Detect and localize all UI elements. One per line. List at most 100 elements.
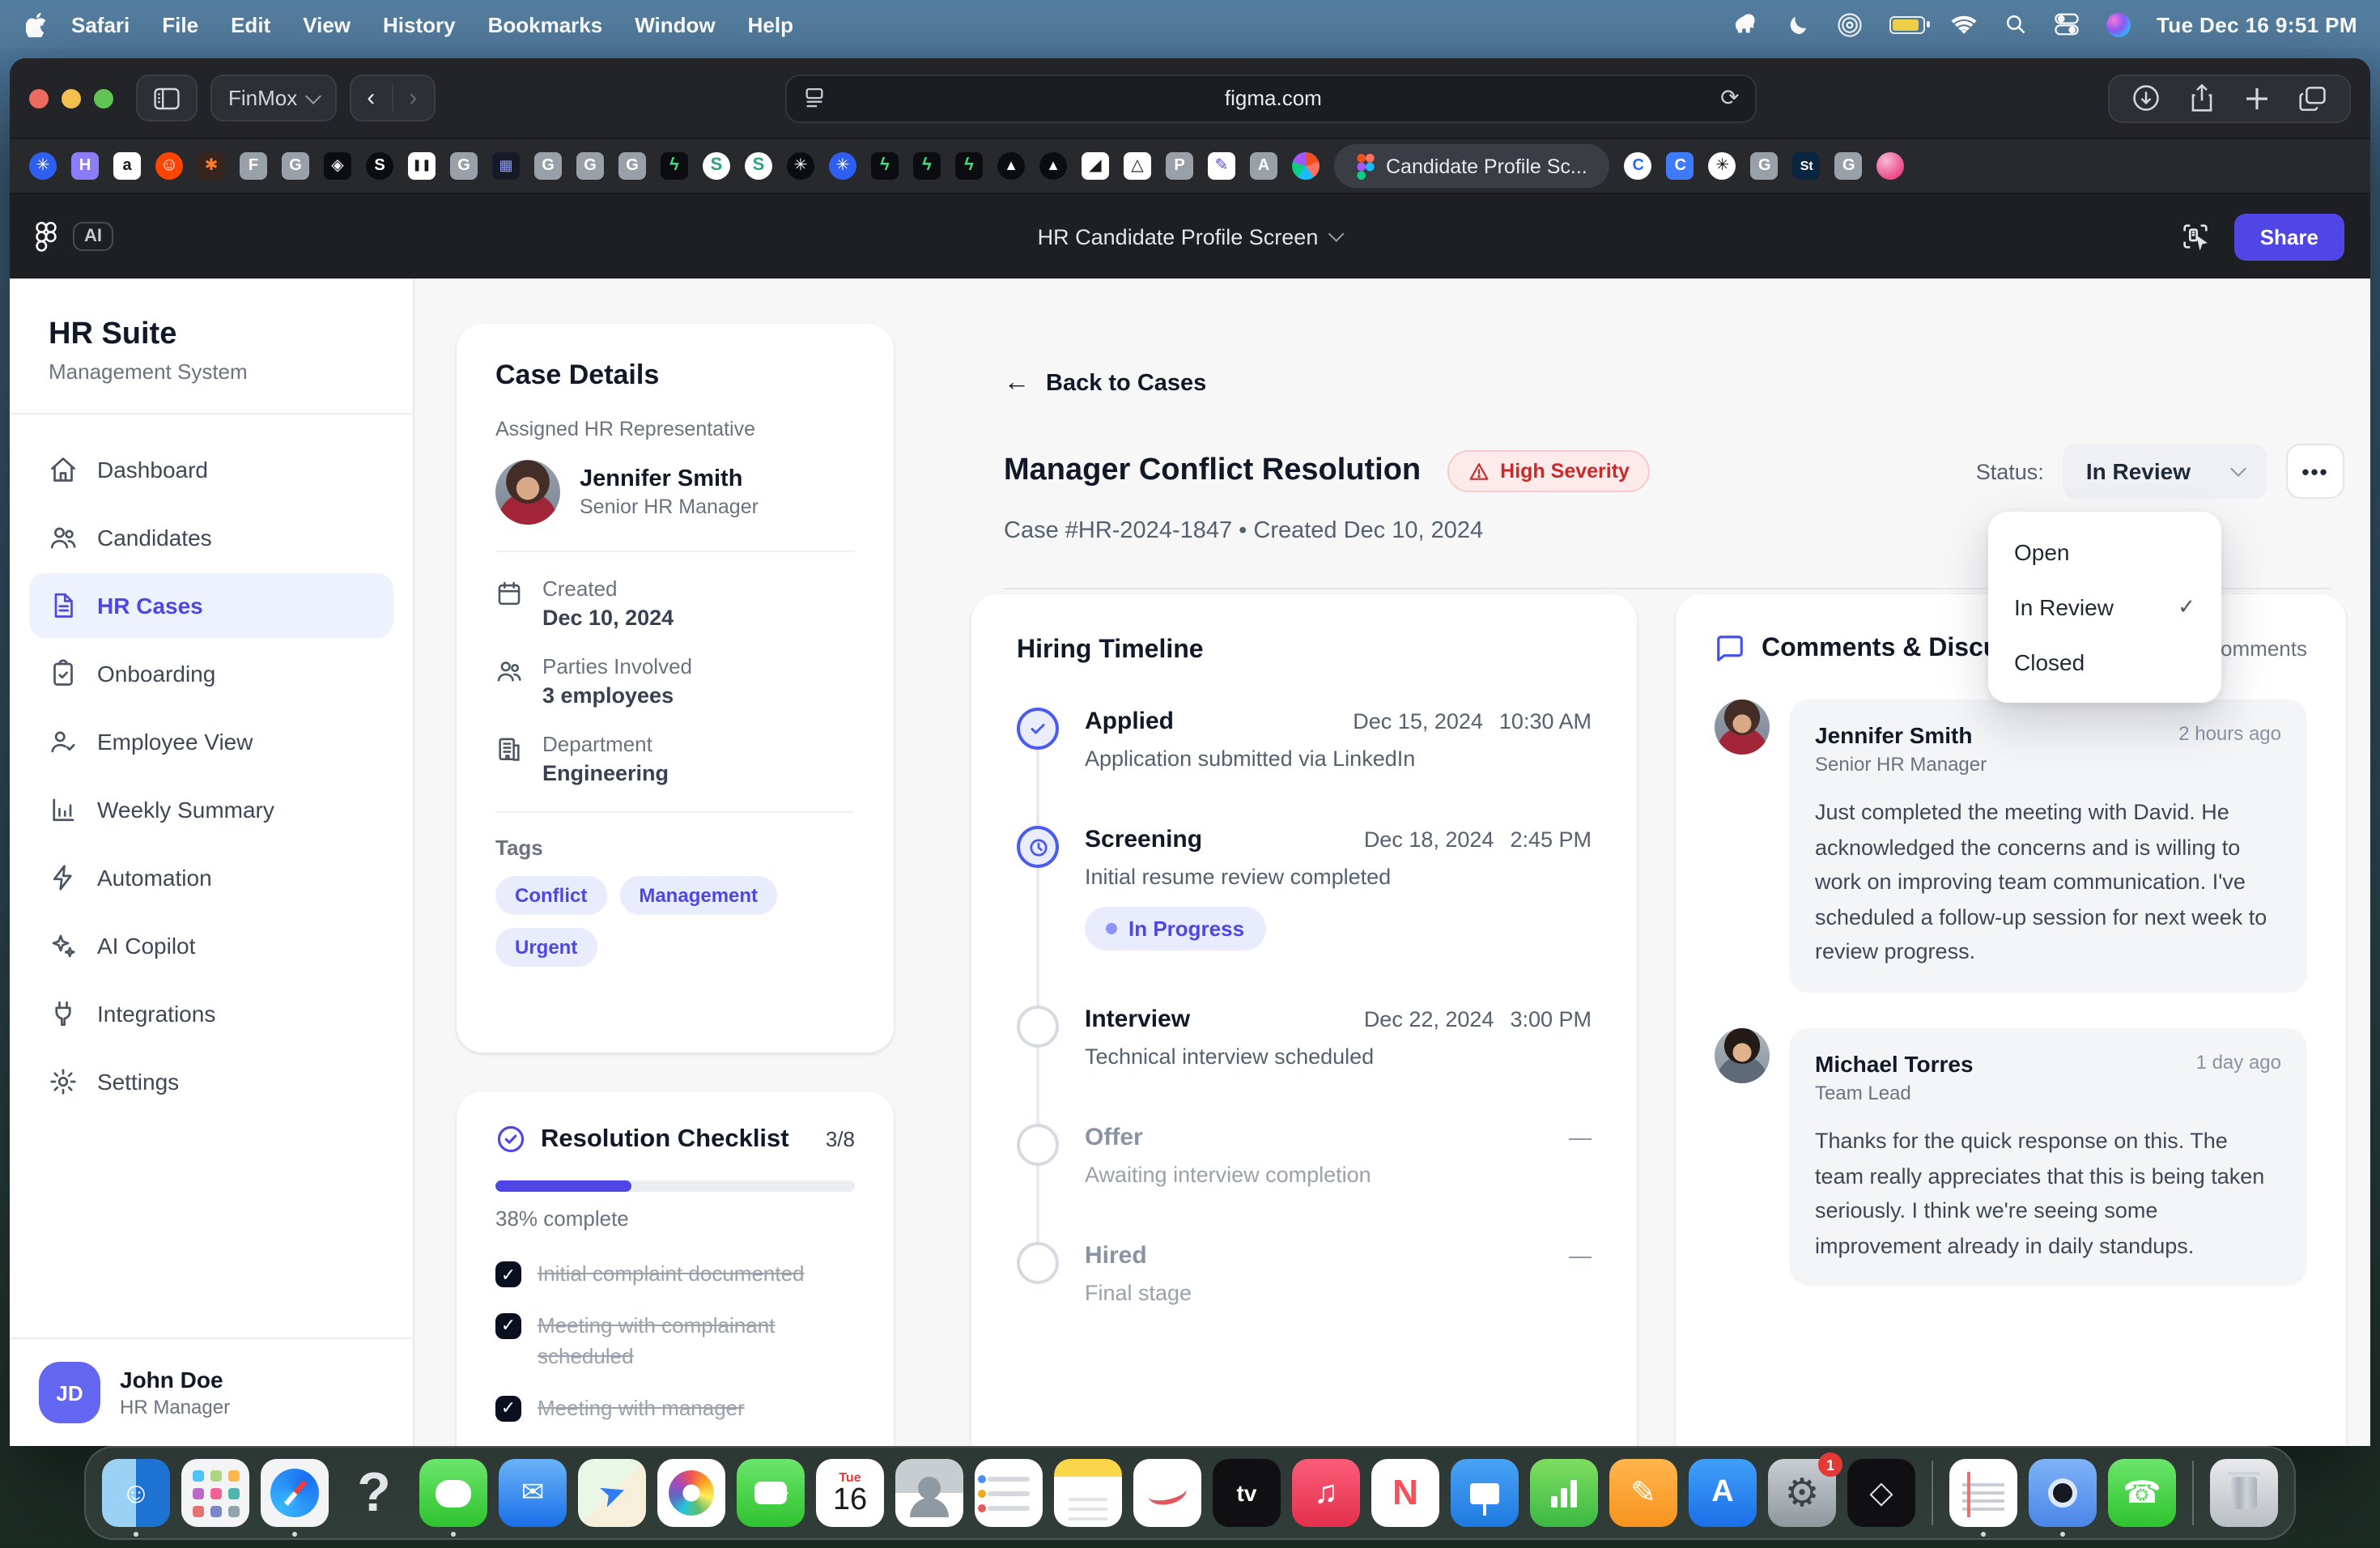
sidebar-item-ai-copilot[interactable]: AI Copilot xyxy=(29,913,393,978)
dev-mode-icon[interactable] xyxy=(2179,220,2212,253)
sidebar-item-settings[interactable]: Settings xyxy=(29,1049,393,1114)
keynote-dock-icon[interactable] xyxy=(1451,1459,1519,1527)
sidebar-item-hr-cases[interactable]: HR Cases xyxy=(29,573,393,638)
bookmark-s-icon[interactable]: S xyxy=(366,152,393,180)
sidebar-item-weekly-summary[interactable]: Weekly Summary xyxy=(29,777,393,842)
bookmark-openai-light-icon[interactable]: ✳ xyxy=(1709,152,1736,180)
bookmark-c-icon[interactable]: C xyxy=(1625,152,1652,180)
menu-safari[interactable]: Safari xyxy=(55,12,146,36)
bookmark-dribbble-icon[interactable] xyxy=(1877,152,1905,180)
contacts-dock-icon[interactable] xyxy=(895,1459,963,1527)
bookmark-openai-icon[interactable]: ✳ xyxy=(29,152,57,180)
diamond-app-dock-icon[interactable]: ◇ xyxy=(1847,1459,1915,1527)
bookmark-bolt-icon[interactable]: ϟ xyxy=(955,152,983,180)
zoom-window-button[interactable] xyxy=(94,88,113,108)
bookmark-vercel-icon[interactable]: ▲ xyxy=(997,152,1025,180)
share-button[interactable]: Share xyxy=(2234,213,2344,260)
menu-file[interactable]: File xyxy=(146,12,215,36)
bookmark-swirl-icon[interactable]: S xyxy=(703,152,730,180)
freeform-dock-icon[interactable] xyxy=(1133,1459,1201,1527)
mail-dock-icon[interactable]: ✉ xyxy=(499,1459,567,1527)
tag-conflict[interactable]: Conflict xyxy=(495,876,606,915)
bookmark-c-blue-icon[interactable]: C xyxy=(1667,152,1694,180)
battery-icon[interactable] xyxy=(1889,15,1925,33)
app-store-dock-icon[interactable]: A xyxy=(1689,1459,1757,1527)
bookmark-openai-dark-icon[interactable]: ✳ xyxy=(787,152,814,180)
iphone-mirroring-dock-icon[interactable] xyxy=(2029,1459,2097,1527)
status-option-open[interactable]: Open xyxy=(1988,525,2221,580)
textedit-dock-icon[interactable] xyxy=(1949,1459,2017,1527)
bookmark-bolt-icon[interactable]: ϟ xyxy=(913,152,941,180)
bookmark-g-icon[interactable]: G xyxy=(1835,152,1863,180)
finder-dock-icon[interactable]: ☺ xyxy=(102,1459,170,1527)
bookmark-p-icon[interactable]: P xyxy=(1166,152,1193,180)
tag-management[interactable]: Management xyxy=(619,876,777,915)
maps-dock-icon[interactable]: ➤ xyxy=(578,1459,646,1527)
bookmark-g-icon[interactable]: G xyxy=(1751,152,1779,180)
bookmark-g-icon[interactable]: G xyxy=(534,152,562,180)
wifi-icon[interactable] xyxy=(1951,11,1977,37)
more-options-button[interactable]: ••• xyxy=(2286,444,2344,499)
bookmark-h-icon[interactable]: H xyxy=(71,152,99,180)
bookmark-bolt-icon[interactable]: ϟ xyxy=(661,152,688,180)
menu-history[interactable]: History xyxy=(367,12,472,36)
menu-window[interactable]: Window xyxy=(618,12,731,36)
address-bar[interactable]: figma.com ⟳ xyxy=(786,74,1757,122)
news-dock-icon[interactable]: N xyxy=(1371,1459,1439,1527)
bookmark-swoosh-icon[interactable]: ◢ xyxy=(1082,152,1109,180)
bookmark-amazon-icon[interactable]: a xyxy=(113,152,141,180)
checkbox-checked[interactable]: ✓ xyxy=(495,1313,521,1339)
apple-tv-dock-icon[interactable]: tv xyxy=(1213,1459,1281,1527)
bookmark-diamond-icon[interactable]: ◈ xyxy=(324,152,351,180)
bookmark-a-icon[interactable]: A xyxy=(1250,152,1277,180)
spotlight-search-icon[interactable] xyxy=(2003,11,2029,37)
bookmark-openai-icon[interactable]: ✳ xyxy=(829,152,856,180)
active-tab[interactable]: Candidate Profile Sc... xyxy=(1334,144,1610,188)
figma-logo-icon[interactable] xyxy=(36,221,57,252)
settings-dock-icon[interactable]: ⚙1 xyxy=(1768,1459,1836,1527)
menu-edit[interactable]: Edit xyxy=(215,12,287,36)
status-app-icon[interactable] xyxy=(1734,11,1760,37)
bookmark-g-icon[interactable]: G xyxy=(618,152,646,180)
bookmark-reddit-icon[interactable]: ☺ xyxy=(155,152,183,180)
messages-dock-icon[interactable] xyxy=(419,1459,487,1527)
checkbox-checked[interactable]: ✓ xyxy=(495,1395,521,1421)
menu-view[interactable]: View xyxy=(287,12,367,36)
bookmark-stripe-icon[interactable]: St xyxy=(1793,152,1821,180)
trash-dock-icon[interactable] xyxy=(2210,1459,2278,1527)
facetime-dock-icon[interactable] xyxy=(737,1459,805,1527)
close-window-button[interactable] xyxy=(29,88,49,108)
bookmark-g-icon[interactable]: G xyxy=(450,152,478,180)
status-option-closed[interactable]: Closed xyxy=(1988,635,2221,690)
sidebar-item-integrations[interactable]: Integrations xyxy=(29,981,393,1046)
status-dropdown[interactable]: In Review xyxy=(2063,444,2267,499)
menu-help[interactable]: Help xyxy=(732,12,810,36)
notes-dock-icon[interactable] xyxy=(1054,1459,1122,1527)
sidebar-item-automation[interactable]: Automation xyxy=(29,845,393,910)
sidebar-item-dashboard[interactable]: Dashboard xyxy=(29,437,393,502)
figma-ai-badge[interactable]: AI xyxy=(73,222,113,251)
back-to-cases-link[interactable]: ← Back to Cases xyxy=(1004,369,2344,398)
back-button[interactable]: ‹ xyxy=(351,84,391,112)
new-tab-icon[interactable] xyxy=(2244,85,2270,111)
sidebar-item-onboarding[interactable]: Onboarding xyxy=(29,641,393,706)
bookmark-figma-icon[interactable] xyxy=(1292,152,1320,180)
bookmark-g-icon[interactable]: G xyxy=(576,152,604,180)
bookmark-bolt-icon[interactable]: ϟ xyxy=(871,152,899,180)
bookmark-g-icon[interactable]: G xyxy=(282,152,309,180)
sidebar-item-candidates[interactable]: Candidates xyxy=(29,505,393,570)
bookmark-pen-icon[interactable]: ✎ xyxy=(1208,152,1235,180)
profile-switcher-button[interactable]: FinMox xyxy=(210,74,336,121)
photos-dock-icon[interactable] xyxy=(657,1459,725,1527)
user-profile[interactable]: JD John Doe HR Manager xyxy=(10,1337,413,1446)
bookmark-f-icon[interactable]: F xyxy=(240,152,267,180)
bookmark-sail-icon[interactable]: △ xyxy=(1124,152,1151,180)
sidebar-item-employee-view[interactable]: Employee View xyxy=(29,709,393,774)
music-dock-icon[interactable]: ♫ xyxy=(1292,1459,1360,1527)
sidebar-toggle-button[interactable] xyxy=(136,74,198,121)
phone-dock-icon[interactable]: ☎ xyxy=(2108,1459,2176,1527)
minimize-window-button[interactable] xyxy=(62,88,81,108)
forward-button[interactable]: › xyxy=(391,84,433,112)
checkbox-checked[interactable]: ✓ xyxy=(495,1261,521,1287)
bookmark-hubspot-icon[interactable]: ✱ xyxy=(198,152,225,180)
